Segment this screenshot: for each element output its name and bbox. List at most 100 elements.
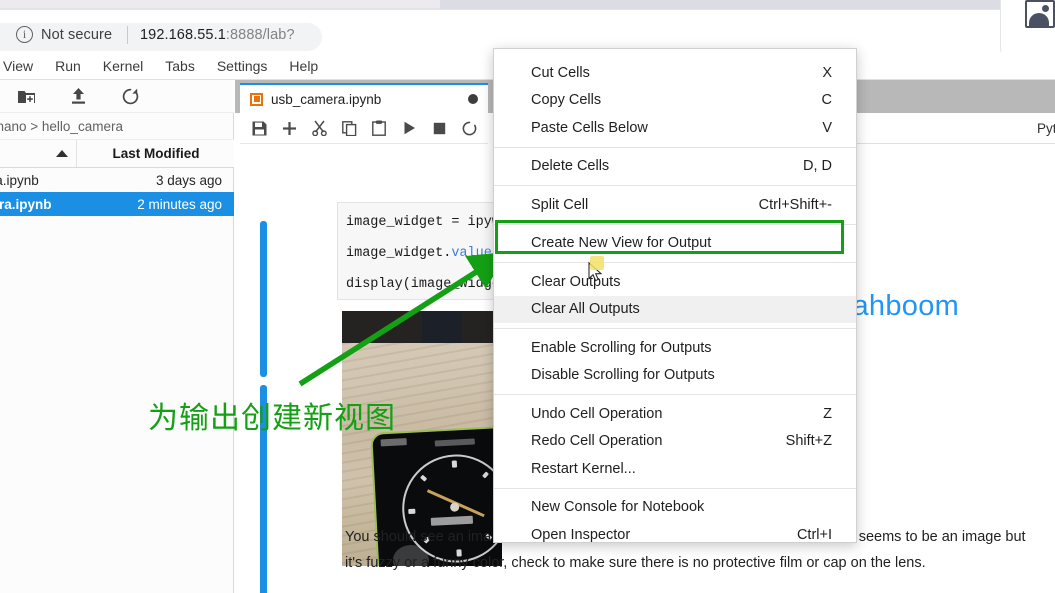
notebook-tab[interactable]: usb_camera.ipynb [240,83,488,113]
context-menu-item[interactable]: Disable Scrolling for Outputs [494,362,856,390]
breadcrumb-text: -nano > hello_camera [0,119,123,134]
kernel-name[interactable]: Python [1037,121,1055,136]
context-menu-item-shortcut: Ctrl+Shift+- [758,196,832,213]
context-menu-item-shortcut: X [822,64,832,81]
restart-icon[interactable] [454,114,484,142]
context-menu-item[interactable]: Undo Cell Operation Z [494,400,856,428]
context-menu-item[interactable]: Create New View for Output [494,230,856,258]
context-menu-item[interactable]: Redo Cell Operation Shift+Z [494,428,856,456]
context-menu-item[interactable]: New Console for Notebook [494,494,856,522]
phone-app-title [434,438,475,447]
context-menu-item[interactable]: Open Inspector Ctrl+I [494,521,856,549]
context-menu-separator [494,223,856,225]
column-header-last-modified[interactable]: Last Modified [78,140,234,167]
file-list-item-selected[interactable]: amera.ipynb 2 minutes ago [0,192,234,216]
context-menu-separator [494,146,856,148]
cell-context-menu[interactable]: Cut Cells X Copy Cells C Paste Cells Below V D… [493,48,857,543]
url-host: 192.168.55.1 [140,27,226,43]
context-menu-item[interactable]: Restart Kernel... [494,455,856,483]
context-menu-item-label: Enable Scrolling for Outputs [531,339,712,356]
context-menu-item-label: Undo Cell Operation [531,405,663,422]
url-path: :8888/lab? [225,27,295,43]
column-header-name[interactable] [0,140,77,167]
refresh-icon[interactable] [104,80,156,113]
compass-tick [482,471,490,479]
info-circle-icon[interactable]: i [16,26,33,43]
context-menu-item-shortcut: Ctrl+I [796,526,832,543]
caret-up-icon [56,150,68,157]
context-menu-item-shortcut: C [821,92,832,109]
copy-icon[interactable] [334,114,364,142]
context-menu-item-label: Paste Cells Below [531,119,648,136]
menubar-items: View Run Kernel Tabs Settings Help [0,52,329,80]
image-icon-sun [1042,5,1049,12]
new-folder-icon[interactable] [0,80,52,113]
context-menu-item[interactable]: Split Cell Ctrl+Shift+- [494,191,856,219]
paste-icon[interactable] [364,114,394,142]
stop-icon[interactable] [424,114,454,142]
context-menu-item-label: Disable Scrolling for Outputs [531,367,715,384]
context-menu-separator [494,328,856,329]
annotation-caption-chinese: 为输出创建新视图 [148,401,396,436]
file-name: amera.ipynb [0,196,52,212]
context-menu-separator [494,185,856,186]
notebook-tab-label: usb_camera.ipynb [271,91,382,107]
menubar-item-view[interactable]: View [0,52,44,80]
unsaved-dot-icon[interactable] [468,94,478,104]
upload-icon[interactable] [52,80,104,113]
context-menu-item-label: Delete Cells [531,158,610,175]
kernel-status-strip: Python [850,113,1055,144]
compass-tick [408,508,416,515]
file-browser-panel: -nano > hello_camera Last Modified mera.… [0,80,234,593]
menubar-item-run[interactable]: Run [44,52,92,80]
context-menu-item[interactable]: Enable Scrolling for Outputs [494,334,856,362]
context-menu-item-label: Split Cell [531,196,589,213]
context-menu-item-label: Clear Outputs [531,273,621,290]
file-browser-toolbar [0,80,234,113]
context-menu-item-label: Redo Cell Operation [531,433,663,450]
context-menu-item-shortcut: Z [823,405,832,422]
context-menu-item-shortcut: D, D [803,158,832,175]
address-url[interactable]: 192.168.55.1:8888/lab? [140,27,295,43]
context-menu-item[interactable]: Delete Cells D, D [494,153,856,181]
browser-tab[interactable] [440,0,1000,9]
context-menu-item-label: Clear All Outputs [531,301,640,318]
context-menu-item[interactable]: Clear Outputs [494,268,856,296]
context-menu-item-shortcut: Shift+Z [785,433,832,450]
context-menu-item-label: Restart Kernel... [531,460,636,477]
file-list-item[interactable]: mera.ipynb 3 days ago [0,168,234,192]
context-menu-item-shortcut: V [822,119,832,136]
compass-tick [451,460,458,468]
context-menu-item[interactable]: Cut Cells X [494,59,856,87]
image-icon[interactable] [1025,0,1055,28]
browser-tabstrip [0,0,440,8]
run-icon[interactable] [394,114,424,142]
menubar-item-settings[interactable]: Settings [206,52,279,80]
phone-status-bar [380,438,407,447]
cell-collapser-code[interactable] [260,221,267,377]
notebook-icon [250,92,263,106]
context-menu-item[interactable]: Paste Cells Below V [494,114,856,142]
context-menu-item-label: Cut Cells [531,64,590,81]
file-modified: 2 minutes ago [137,196,222,212]
file-name: mera.ipynb [0,172,39,188]
menubar-item-help[interactable]: Help [278,52,329,80]
address-divider [127,26,128,44]
context-menu-item-label: Copy Cells [531,92,602,109]
add-cell-icon[interactable] [274,114,304,142]
menubar-item-kernel[interactable]: Kernel [92,52,154,80]
image-icon-mound [1029,13,1049,26]
mouse-cursor [588,256,606,284]
screenshot-root: i Not secure 192.168.55.1:8888/lab? View… [0,0,1055,593]
save-icon[interactable] [244,114,274,142]
file-list-header: Last Modified [0,140,234,168]
cursor-click-glow [590,256,604,270]
context-menu-item[interactable]: Copy Cells C [494,87,856,115]
menubar-item-tabs[interactable]: Tabs [154,52,206,80]
output-image-dark-object [422,311,462,343]
cut-icon[interactable] [304,114,334,142]
context-menu-item[interactable]: Clear All Outputs [494,295,856,323]
browser-toolbar: i Not secure 192.168.55.1:8888/lab? [0,10,1000,51]
file-modified: 3 days ago [155,172,222,188]
breadcrumb[interactable]: -nano > hello_camera [0,113,234,140]
